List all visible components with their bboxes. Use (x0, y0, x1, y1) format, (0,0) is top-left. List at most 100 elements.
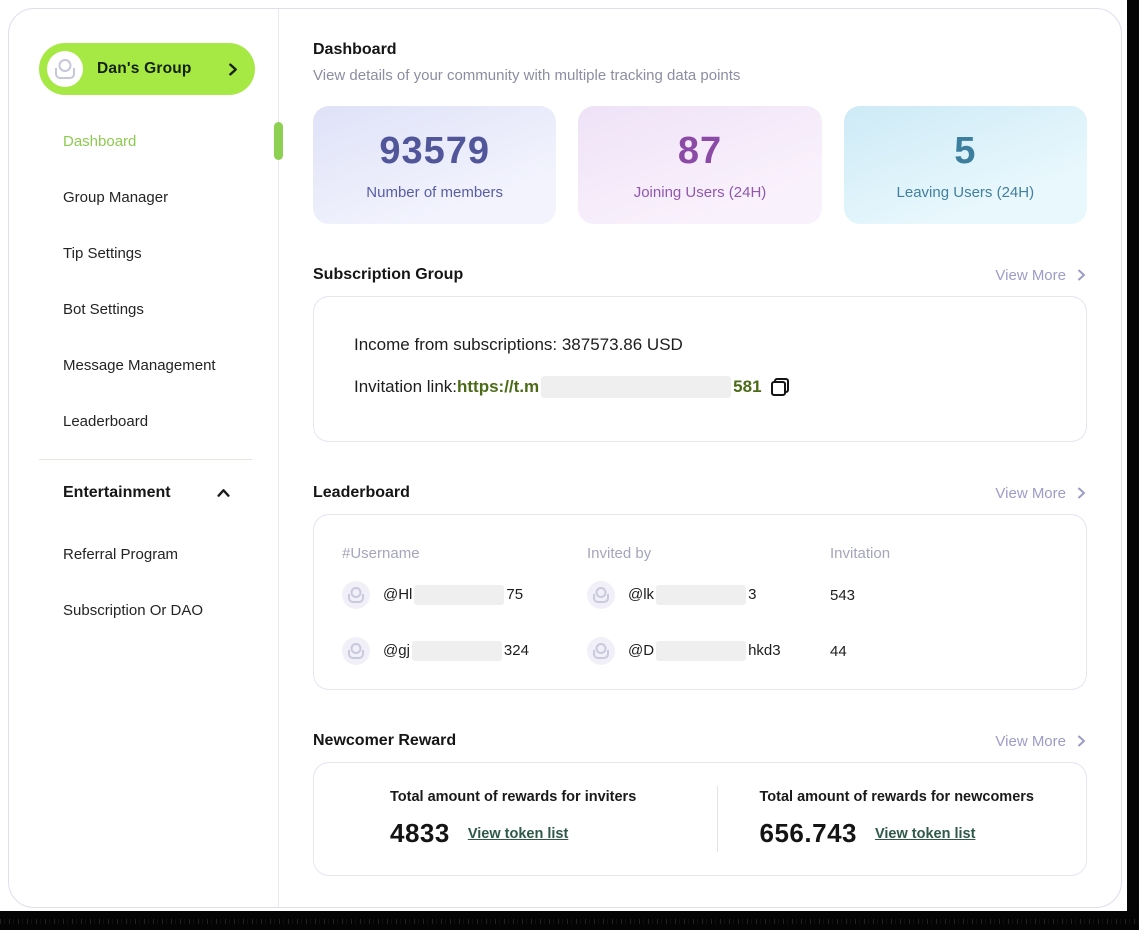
table-row: @gj324 @Dhkd3 44 (342, 623, 1058, 679)
sidebar-item-referral-program[interactable]: Referral Program (9, 526, 278, 582)
column-header-username: #Username (342, 545, 587, 562)
redacted-text-segment (412, 641, 502, 661)
user-avatar-icon (342, 637, 370, 665)
user-avatar-icon (587, 637, 615, 665)
stat-label: Leaving Users (24H) (897, 184, 1035, 201)
leaderboard-card: #Username Invited by Invitation @Hl75 @l… (313, 514, 1087, 690)
username-text: @lk3 (628, 585, 756, 605)
chevron-right-icon (1075, 487, 1087, 499)
sidebar-item-bot-settings[interactable]: Bot Settings (9, 281, 278, 337)
user-avatar-icon (587, 581, 615, 609)
invitation-line: Invitation link: https://t.m 581 (354, 376, 1046, 398)
username-cell: @gj324 (342, 637, 587, 665)
income-line: Income from subscriptions: 387573.86 USD (354, 335, 1046, 355)
redacted-text-segment (414, 585, 504, 605)
invitation-link-end: 581 (733, 377, 761, 397)
leaderboard-section-header: Leaderboard View More (313, 484, 1087, 502)
username-text: @Hl75 (383, 585, 523, 605)
sidebar-item-label: Subscription Or DAO (63, 602, 203, 619)
section-title: Newcomer Reward (313, 732, 456, 750)
section-title: Subscription Group (313, 266, 463, 284)
copy-icon[interactable] (771, 378, 789, 396)
inviters-reward-value: 4833 (390, 818, 450, 849)
invitation-count: 543 (830, 587, 1058, 604)
leaderboard-header-row: #Username Invited by Invitation (342, 539, 1058, 567)
sidebar-item-label: Leaderboard (63, 413, 148, 430)
stat-value: 87 (678, 130, 722, 173)
sidebar-item-label: Group Manager (63, 189, 168, 206)
chevron-right-icon (226, 63, 239, 76)
chevron-right-icon (1075, 735, 1087, 747)
sidebar-item-group-manager[interactable]: Group Manager (9, 169, 278, 225)
sidebar: Dan's Group Dashboard Group Manager Tip … (9, 9, 279, 907)
newcomer-section-header: Newcomer Reward View More (313, 732, 1087, 750)
group-avatar-icon (47, 51, 83, 87)
sidebar-item-label: Dashboard (63, 133, 136, 150)
page-subtitle: View details of your community with mult… (313, 67, 1087, 84)
window-edge-right (1127, 0, 1139, 930)
sidebar-item-subscription-or-dao[interactable]: Subscription Or DAO (9, 582, 278, 638)
sidebar-item-tip-settings[interactable]: Tip Settings (9, 225, 278, 281)
sidebar-item-leaderboard[interactable]: Leaderboard (9, 393, 278, 449)
group-selector-button[interactable]: Dan's Group (39, 43, 255, 95)
app-window: Dan's Group Dashboard Group Manager Tip … (0, 0, 1139, 930)
main-content: Dashboard View details of your community… (279, 9, 1121, 907)
section-label: Entertainment (63, 484, 171, 502)
newcomers-view-token-list-link[interactable]: View token list (875, 826, 975, 842)
username-text: @Dhkd3 (628, 641, 781, 661)
stats-row: 93579 Number of members 87 Joining Users… (313, 106, 1087, 224)
sidebar-item-message-management[interactable]: Message Management (9, 337, 278, 393)
invitation-label: Invitation link: (354, 377, 457, 397)
column-header-invited-by: Invited by (587, 545, 830, 562)
sidebar-item-dashboard[interactable]: Dashboard (9, 113, 278, 169)
invitation-link-start: https://t.m (457, 377, 539, 397)
inviters-view-token-list-link[interactable]: View token list (468, 826, 568, 842)
invitation-link[interactable]: https://t.m 581 (457, 376, 762, 398)
invited-by-cell: @lk3 (587, 581, 830, 609)
user-avatar-icon (342, 581, 370, 609)
stat-card-joining: 87 Joining Users (24H) (578, 106, 821, 224)
sidebar-item-label: Tip Settings (63, 245, 142, 262)
leaderboard-view-more-link[interactable]: View More (995, 485, 1087, 502)
username-text: @gj324 (383, 641, 529, 661)
stat-value: 93579 (379, 130, 490, 173)
view-more-label: View More (995, 733, 1066, 750)
subscription-card: Income from subscriptions: 387573.86 USD… (313, 296, 1087, 442)
subscription-section-header: Subscription Group View More (313, 266, 1087, 284)
redacted-text-segment (656, 641, 746, 661)
sidebar-item-label: Message Management (63, 357, 216, 374)
newcomer-view-more-link[interactable]: View More (995, 733, 1087, 750)
view-more-label: View More (995, 485, 1066, 502)
app-panel: Dan's Group Dashboard Group Manager Tip … (8, 8, 1122, 908)
inviters-reward-label: Total amount of rewards for inviters (390, 789, 717, 805)
sidebar-nav: Dashboard Group Manager Tip Settings Bot… (9, 113, 278, 449)
sidebar-item-label: Bot Settings (63, 301, 144, 318)
page-title: Dashboard (313, 41, 1087, 59)
table-row: @Hl75 @lk3 543 (342, 567, 1058, 623)
stat-label: Number of members (366, 184, 503, 201)
chevron-right-icon (1075, 269, 1087, 281)
subscription-view-more-link[interactable]: View More (995, 267, 1087, 284)
redacted-link-segment (541, 376, 731, 398)
window-edge-bottom (0, 911, 1139, 930)
newcomers-reward-block: Total amount of rewards for newcomers 65… (718, 789, 1087, 849)
stat-card-leaving: 5 Leaving Users (24H) (844, 106, 1087, 224)
column-header-invitation: Invitation (830, 545, 1058, 562)
redacted-text-segment (656, 585, 746, 605)
inviters-reward-block: Total amount of rewards for inviters 483… (314, 789, 717, 849)
stat-value: 5 (954, 130, 976, 173)
username-cell: @Hl75 (342, 581, 587, 609)
sidebar-section-entertainment[interactable]: Entertainment (9, 460, 278, 526)
chevron-up-icon (217, 487, 230, 500)
newcomers-reward-label: Total amount of rewards for newcomers (760, 789, 1087, 805)
newcomers-reward-value: 656.743 (760, 818, 857, 849)
active-item-indicator (274, 122, 283, 160)
invited-by-cell: @Dhkd3 (587, 637, 830, 665)
newcomer-reward-card: Total amount of rewards for inviters 483… (313, 762, 1087, 876)
invitation-count: 44 (830, 643, 1058, 660)
section-title: Leaderboard (313, 484, 410, 502)
group-name: Dan's Group (97, 60, 192, 78)
stat-label: Joining Users (24H) (634, 184, 767, 201)
sidebar-item-label: Referral Program (63, 546, 178, 563)
stat-card-members: 93579 Number of members (313, 106, 556, 224)
